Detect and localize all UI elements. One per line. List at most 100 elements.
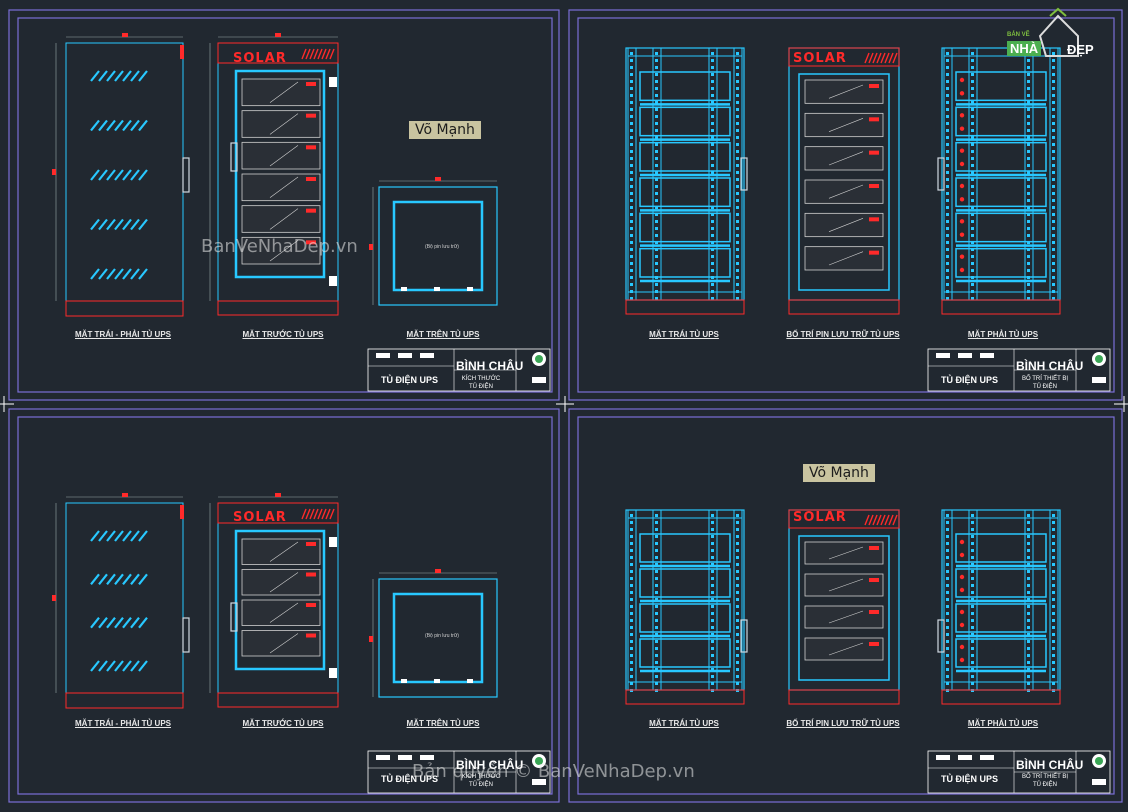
brand-header-stripe bbox=[309, 48, 315, 60]
brand-header-stripe bbox=[884, 514, 890, 526]
shelf-bolt bbox=[959, 609, 965, 615]
rack-post-hole bbox=[655, 521, 658, 524]
top-detail bbox=[401, 287, 407, 291]
battery-module bbox=[804, 112, 884, 138]
rack-post-hole bbox=[630, 633, 633, 636]
sheet-2-desc-line1: BỐ TRÍ THIẾT BỊ bbox=[1021, 376, 1068, 382]
sheet-1-caption-top: MẶT TRÊN TỦ UPS bbox=[406, 330, 480, 339]
rack-post-hole bbox=[1027, 584, 1030, 587]
vent-stripe bbox=[114, 268, 124, 280]
title-block-cell bbox=[958, 755, 972, 760]
rack-post-hole bbox=[1052, 150, 1055, 153]
rack-post-hole bbox=[1052, 654, 1055, 657]
rack-post-hole bbox=[1027, 255, 1030, 258]
rack-post-hole bbox=[655, 626, 658, 629]
rack-post-hole bbox=[736, 528, 739, 531]
rack-post-hole bbox=[971, 59, 974, 62]
rack-post-hole bbox=[1027, 577, 1030, 580]
rack-post-hole bbox=[630, 199, 633, 202]
vent-stripe bbox=[122, 660, 132, 672]
rack-post-hole bbox=[1027, 535, 1030, 538]
rack-post-hole bbox=[946, 563, 949, 566]
rack-post-hole bbox=[1027, 94, 1030, 97]
vent-stripe bbox=[138, 616, 148, 629]
vent-stripe bbox=[90, 119, 100, 132]
rack-post-hole bbox=[1027, 283, 1030, 286]
company-logo-icon-center bbox=[535, 355, 543, 363]
rack-post-hole bbox=[946, 633, 949, 636]
rack-post-hole bbox=[971, 199, 974, 202]
rack-post-hole bbox=[736, 598, 739, 601]
rack-post-hole bbox=[946, 241, 949, 244]
vent-stripe bbox=[106, 268, 116, 280]
vent-stripe bbox=[122, 616, 132, 629]
rack-post-hole bbox=[736, 255, 739, 258]
rack-post-hole bbox=[1052, 577, 1055, 580]
rack-post-hole bbox=[971, 192, 974, 195]
sheet-1-outer-frame bbox=[8, 9, 560, 401]
rack-post-hole bbox=[971, 591, 974, 594]
rack-post-hole bbox=[1027, 164, 1030, 167]
rack-post-hole bbox=[630, 178, 633, 181]
rack-post-hole bbox=[655, 262, 658, 265]
rack-post-hole bbox=[655, 143, 658, 146]
rack-post-hole bbox=[1052, 178, 1055, 181]
rack-post-hole bbox=[736, 94, 739, 97]
sheet-1-desc-line2: TỦ ĐIỆN bbox=[469, 384, 493, 390]
rack-post-hole bbox=[1027, 185, 1030, 188]
rack-post-hole bbox=[630, 73, 633, 76]
rack-post-hole bbox=[971, 605, 974, 608]
brand-header-stripe bbox=[313, 48, 319, 60]
rack-post-hole bbox=[711, 577, 714, 580]
vent-slot bbox=[90, 119, 148, 132]
shelf-bolt bbox=[959, 254, 965, 259]
rack-post-hole bbox=[946, 185, 949, 188]
battery-terminal bbox=[306, 113, 316, 118]
brand-header-stripe bbox=[313, 508, 319, 520]
rack-post-hole bbox=[630, 185, 633, 188]
rack-post-hole bbox=[736, 220, 739, 223]
cabinet-side-body bbox=[65, 502, 184, 694]
battery-terminal bbox=[306, 82, 316, 86]
rack-post-hole bbox=[736, 654, 739, 657]
shelf-bolt bbox=[959, 148, 965, 153]
shelf-bolt bbox=[959, 657, 965, 663]
rack-post-hole bbox=[1052, 129, 1055, 132]
rack-post-hole bbox=[1027, 570, 1030, 573]
vent-stripe bbox=[90, 70, 100, 82]
rack-post-hole bbox=[736, 276, 739, 279]
battery-terminal bbox=[869, 546, 879, 550]
shelf-bolt bbox=[959, 126, 965, 131]
rack-post-hole bbox=[711, 87, 714, 90]
rack-post-hole bbox=[946, 164, 949, 167]
brand-header-stripe bbox=[872, 52, 878, 64]
rack-post-hole bbox=[946, 136, 949, 139]
rack-post-hole bbox=[736, 661, 739, 664]
rack-post-hole bbox=[971, 122, 974, 125]
rack-post-hole bbox=[630, 220, 633, 223]
rack-post-hole bbox=[1027, 619, 1030, 622]
rack-post-hole bbox=[971, 66, 974, 69]
rack-post-hole bbox=[736, 87, 739, 90]
vent-slot bbox=[90, 169, 148, 181]
rack-post-hole bbox=[1027, 549, 1030, 552]
battery-module bbox=[804, 605, 884, 629]
rack-post-hole bbox=[711, 66, 714, 69]
brand-header-stripe bbox=[309, 508, 315, 520]
rack-post-hole bbox=[946, 255, 949, 258]
vent-stripe bbox=[138, 119, 148, 132]
sheet-3-caption-top: MẶT TRÊN TỦ UPS bbox=[406, 719, 480, 728]
rack-post-hole bbox=[946, 52, 949, 55]
cad-drawing-canvas bbox=[0, 7, 1128, 803]
rack-post-hole bbox=[630, 619, 633, 622]
shelf-bolt bbox=[959, 574, 965, 580]
brand-header-stripe bbox=[880, 52, 886, 64]
rack-post-hole bbox=[946, 80, 949, 83]
rack-post-hole bbox=[630, 262, 633, 265]
rack-post-hole bbox=[1052, 570, 1055, 573]
brand-header-stripe bbox=[888, 514, 894, 526]
rack-post-hole bbox=[711, 73, 714, 76]
rack-post-hole bbox=[946, 668, 949, 671]
vent-stripe bbox=[138, 169, 148, 181]
vent-stripe bbox=[90, 616, 100, 629]
